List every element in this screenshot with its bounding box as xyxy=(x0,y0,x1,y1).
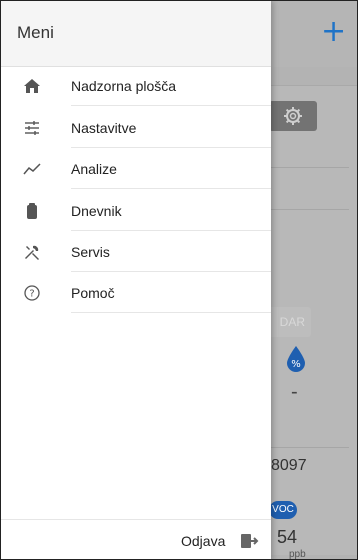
background-divider xyxy=(269,209,349,210)
drawer-title: Meni xyxy=(17,23,54,42)
background-divider xyxy=(269,167,349,168)
menu-item-log[interactable]: Dnevnik xyxy=(1,190,271,231)
gear-icon xyxy=(284,107,302,125)
sliders-icon xyxy=(23,119,41,137)
humidity-drop-icon: % xyxy=(287,346,305,372)
menu-divider xyxy=(71,105,271,106)
menu-item-label: Pomoč xyxy=(71,284,115,301)
settings-button[interactable] xyxy=(269,101,317,131)
help-icon: ? xyxy=(23,284,41,302)
voc-unit: ppb xyxy=(289,549,306,560)
svg-text:?: ? xyxy=(29,288,34,299)
menu-item-label: Nadzorna plošča xyxy=(71,77,177,94)
voc-value: 54 xyxy=(277,527,298,547)
menu-item-label: Dnevnik xyxy=(71,202,122,219)
clipboard-icon xyxy=(23,202,41,220)
logout-button[interactable]: Odjava xyxy=(181,533,225,549)
background-button[interactable]: DAR xyxy=(269,307,311,337)
background-divider xyxy=(269,447,349,448)
menu-divider xyxy=(71,188,271,189)
menu-divider xyxy=(71,312,271,313)
menu-item-analytics[interactable]: Analize xyxy=(1,148,271,189)
humidity-value: - xyxy=(291,381,298,403)
menu-item-label: Servis xyxy=(71,243,110,260)
app-frame: + DAR % - 8097 VOC 54 ppb Meni Nadzorna … xyxy=(0,0,358,560)
trend-icon xyxy=(23,160,41,178)
sensor-value: 8097 xyxy=(271,457,307,474)
menu-item-help[interactable]: ? Pomoč xyxy=(1,272,271,313)
voc-badge: VOC xyxy=(269,501,297,519)
drawer-header: Meni xyxy=(1,1,271,67)
menu-item-dashboard[interactable]: Nadzorna plošča xyxy=(1,65,271,106)
menu-item-label: Analize xyxy=(71,160,117,177)
menu-item-service[interactable]: Servis xyxy=(1,231,271,272)
home-icon xyxy=(23,77,41,95)
footer-divider xyxy=(1,519,271,520)
add-button[interactable]: + xyxy=(321,17,346,47)
navigation-drawer: Meni Nadzorna plošča Nastavitve Analize … xyxy=(1,1,271,559)
tools-icon xyxy=(23,243,41,261)
menu-item-label: Nastavitve xyxy=(71,119,137,136)
svg-text:%: % xyxy=(291,359,301,370)
menu-item-settings[interactable]: Nastavitve xyxy=(1,107,271,148)
logout-icon[interactable] xyxy=(239,531,259,551)
